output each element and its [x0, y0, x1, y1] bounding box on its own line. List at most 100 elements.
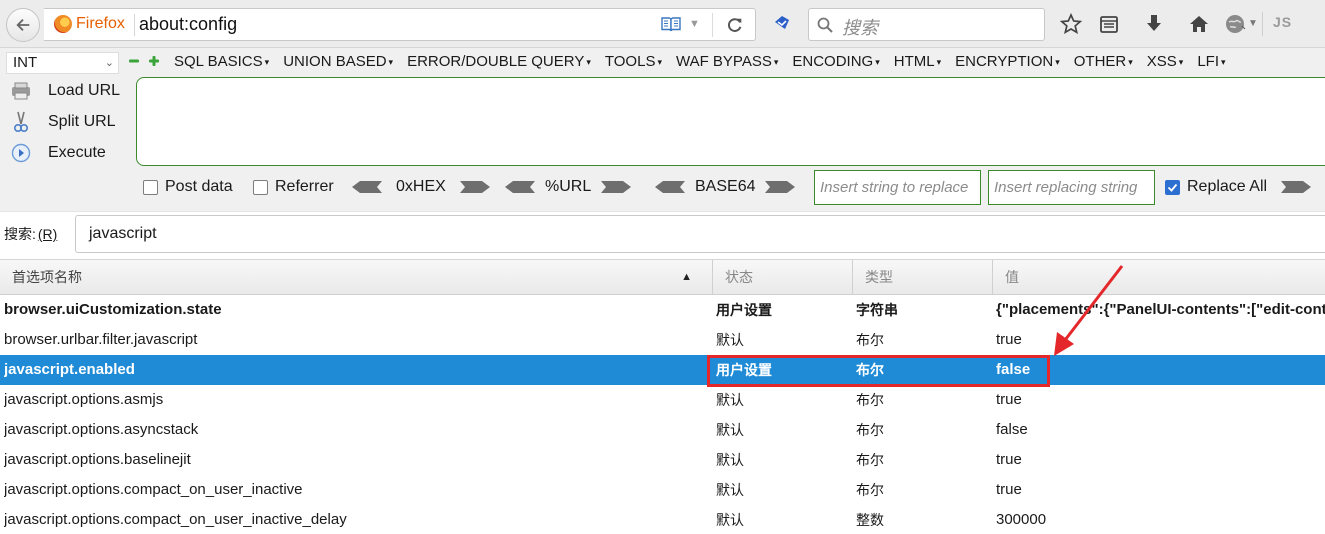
hex-encode-arrow-icon[interactable]	[459, 180, 490, 194]
chevron-down-icon: ⌄	[104, 57, 114, 69]
pref-name: javascript.options.compact_on_user_inact…	[4, 481, 303, 498]
increment-icon[interactable]	[147, 54, 161, 68]
pref-name: browser.urlbar.filter.javascript	[4, 331, 198, 348]
pref-value: false	[996, 421, 1028, 438]
scissors-icon	[10, 111, 32, 133]
column-header-name[interactable]: 首选项名称 ▲	[0, 260, 713, 295]
reader-view-icon[interactable]	[661, 16, 681, 32]
bookmark-star-icon[interactable]	[1060, 13, 1082, 35]
menu-sql-basics[interactable]: SQL BASICS ▾	[174, 52, 269, 72]
caret-down-icon: ▾	[388, 57, 394, 67]
int-select[interactable]: INT ⌄	[6, 52, 119, 74]
url-bar[interactable]: Firefox about:config ▼	[44, 8, 756, 41]
toolbar-separator	[1262, 12, 1263, 36]
post-data-option[interactable]: Post data	[143, 176, 233, 198]
load-url-label: Load URL	[48, 82, 121, 99]
execute-button[interactable]: Execute	[10, 141, 106, 165]
javascript-toggle-icon[interactable]: JS	[1273, 14, 1292, 30]
navigation-toolbar: Firefox about:config ▼ 搜索 ▼ JS	[0, 0, 1325, 48]
replace-all-checkbox[interactable]	[1165, 179, 1180, 195]
column-header-status[interactable]: 状态	[713, 260, 853, 295]
replace-all-option[interactable]: Replace All	[1165, 176, 1312, 198]
menu-html[interactable]: HTML ▾	[894, 52, 941, 72]
reload-icon[interactable]	[726, 16, 744, 34]
hex-decode-arrow-icon[interactable]	[352, 180, 382, 194]
table-row[interactable]: javascript.options.compact_on_user_inact…	[0, 475, 1325, 505]
pref-status: 默认	[716, 452, 744, 468]
menu-other[interactable]: OTHER ▾	[1074, 52, 1133, 72]
referrer-option[interactable]: Referrer	[253, 176, 334, 198]
caret-down-icon: ▾	[264, 57, 270, 67]
pref-value: true	[996, 451, 1022, 468]
table-row[interactable]: javascript.options.asmjs 默认 布尔 true	[0, 385, 1325, 415]
home-icon[interactable]	[1188, 13, 1210, 35]
pref-type: 布尔	[856, 422, 884, 438]
search-placeholder: 搜索	[842, 18, 878, 38]
column-header-type[interactable]: 类型	[853, 260, 993, 295]
config-search-value: javascript	[89, 225, 157, 242]
pocket-icon[interactable]	[772, 13, 792, 33]
search-accesskey: (R)	[37, 226, 58, 242]
search-bar[interactable]: 搜索	[808, 8, 1045, 41]
decrement-icon[interactable]	[127, 54, 141, 68]
replace-string-input[interactable]: Insert string to replace	[814, 170, 981, 205]
caret-down-icon: ▾	[586, 57, 591, 67]
menu-waf-bypass[interactable]: WAF BYPASS ▾	[676, 52, 778, 72]
config-search-input[interactable]: javascript	[75, 215, 1325, 253]
referrer-checkbox[interactable]	[253, 179, 268, 195]
addon-globe-icon[interactable]	[1224, 13, 1246, 35]
annotation-arrow-icon	[1054, 265, 1124, 356]
pref-name: javascript.options.baselinejit	[4, 451, 191, 468]
menu-label: TOOLS	[604, 53, 656, 70]
url-decode-arrow-icon[interactable]	[505, 180, 535, 194]
post-data-checkbox[interactable]	[143, 179, 158, 195]
execute-label: Execute	[48, 144, 106, 161]
pref-type: 布尔	[856, 482, 884, 498]
back-button[interactable]	[6, 8, 40, 42]
menu-label: UNION BASED	[283, 53, 387, 70]
menu-union-based[interactable]: UNION BASED ▾	[283, 52, 393, 72]
url-encoder: %URL	[505, 176, 632, 198]
table-row[interactable]: javascript.options.baselinejit 默认 布尔 tru…	[0, 445, 1325, 475]
menu-encryption[interactable]: ENCRYPTION ▾	[955, 52, 1060, 72]
play-icon	[10, 142, 32, 164]
base64-encode-arrow-icon[interactable]	[765, 180, 796, 194]
url-encode-arrow-icon[interactable]	[601, 180, 632, 194]
menu-error-double-query[interactable]: ERROR/DOUBLE QUERY ▾	[407, 52, 591, 72]
menu-lfi[interactable]: LFI ▾	[1197, 52, 1225, 72]
replacing-string-input[interactable]: Insert replacing string	[988, 170, 1155, 205]
pref-status: 默认	[716, 332, 744, 348]
replace-arrow-icon[interactable]	[1281, 180, 1312, 194]
bookmarks-menu-icon[interactable]	[1098, 13, 1120, 35]
search-icon	[817, 17, 833, 33]
url-textarea[interactable]	[136, 77, 1325, 166]
checkmark-icon	[1167, 183, 1178, 192]
table-row[interactable]: javascript.options.asyncstack 默认 布尔 fals…	[0, 415, 1325, 445]
pref-type: 布尔	[856, 392, 884, 408]
pref-value: true	[996, 391, 1022, 408]
addon-dropdown-icon[interactable]: ▼	[1248, 18, 1258, 29]
downloads-icon[interactable]	[1143, 13, 1165, 35]
base64-label: BASE64	[695, 178, 756, 195]
url-text[interactable]: about:config	[139, 14, 237, 35]
caret-down-icon: ▾	[936, 57, 942, 67]
firefox-logo-icon	[54, 15, 72, 33]
caret-down-icon: ▾	[1178, 57, 1184, 67]
load-url-button[interactable]: Load URL	[10, 79, 120, 103]
split-url-button[interactable]: Split URL	[10, 110, 116, 134]
search-label-text: 搜索:	[4, 226, 36, 242]
menu-encoding[interactable]: ENCODING ▾	[792, 52, 879, 72]
menu-label: ENCRYPTION	[955, 53, 1054, 70]
table-row[interactable]: javascript.options.compact_on_user_inact…	[0, 505, 1325, 534]
menu-label: WAF BYPASS	[675, 53, 772, 70]
caret-down-icon: ▾	[773, 57, 779, 67]
base64-decode-arrow-icon[interactable]	[655, 180, 685, 194]
pref-status: 默认	[716, 422, 744, 438]
url-separator	[134, 14, 135, 36]
menu-tools[interactable]: TOOLS ▾	[605, 52, 662, 72]
base64-encoder: BASE64	[655, 176, 796, 198]
sort-ascending-icon: ▲	[681, 271, 692, 283]
menu-xss[interactable]: XSS ▾	[1147, 52, 1184, 72]
history-dropdown-icon[interactable]: ▼	[689, 18, 700, 30]
identity-box[interactable]: Firefox	[54, 15, 125, 33]
